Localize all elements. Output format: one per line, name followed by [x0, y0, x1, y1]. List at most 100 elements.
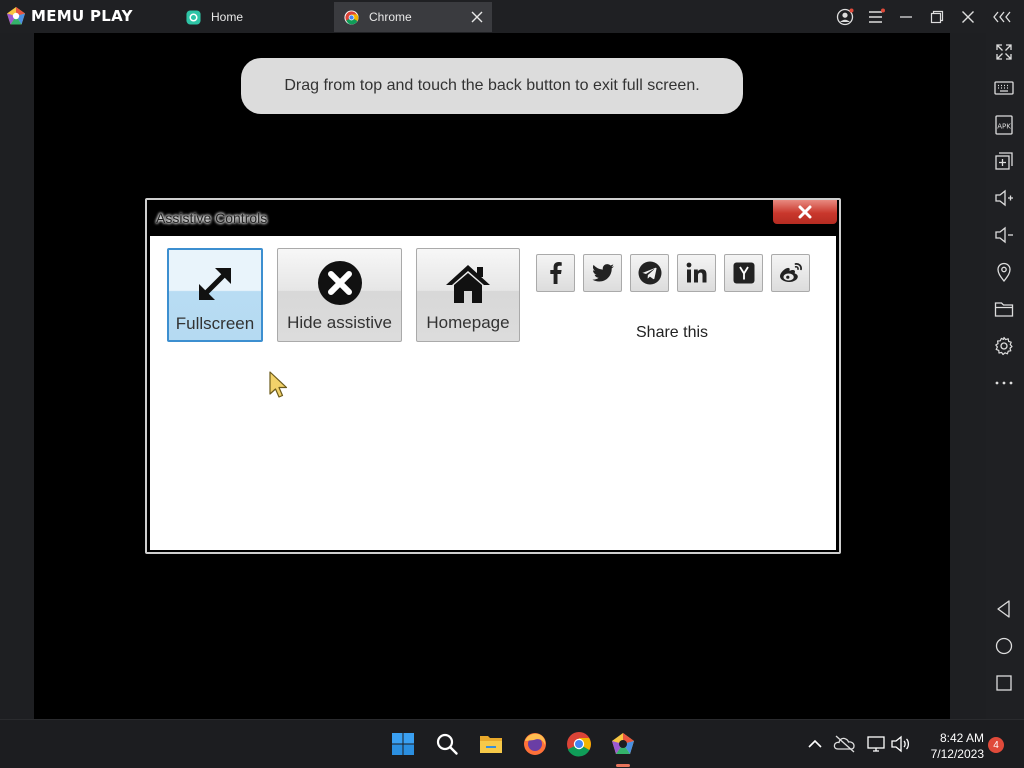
- fullscreen-arrows-icon: [199, 268, 231, 300]
- homepage-label: Homepage: [426, 313, 510, 332]
- emulator-sidebar: APK: [986, 33, 1024, 719]
- telegram-icon: [638, 261, 661, 285]
- hacker-news-icon: [733, 262, 754, 284]
- tab-home[interactable]: Home: [180, 2, 330, 32]
- volume-down-icon: [995, 226, 1013, 244]
- memu-logo: MEMU PLAY: [6, 6, 133, 26]
- tab-chrome-label: Chrome: [369, 10, 412, 24]
- close-window-button[interactable]: [957, 6, 979, 28]
- onedrive-icon: [833, 735, 855, 753]
- sidebar-keyboard-button[interactable]: [993, 77, 1015, 99]
- tab-home-label: Home: [211, 10, 244, 24]
- tab-close-icon[interactable]: [470, 10, 484, 24]
- minimize-icon: [900, 16, 912, 18]
- tray-network[interactable]: [864, 731, 890, 757]
- dialog-body: Fullscreen Hide assistive Homepage Share…: [150, 236, 836, 550]
- active-app-indicator: [616, 764, 630, 767]
- sidebar-folder-button[interactable]: [993, 298, 1015, 320]
- share-telegram-button[interactable]: [630, 254, 669, 292]
- settings-icon: [995, 336, 1013, 356]
- close-icon: [798, 205, 812, 219]
- homepage-button[interactable]: Homepage: [416, 248, 520, 342]
- hide-assistive-label: Hide assistive: [287, 313, 392, 332]
- linkedin-icon: [686, 262, 706, 283]
- title-bar: MEMU PLAY Home Chrome: [0, 0, 1024, 33]
- close-icon: [962, 11, 974, 23]
- hide-assistive-button[interactable]: Hide assistive: [277, 248, 402, 342]
- windows-start-icon: [392, 733, 414, 755]
- share-linkedin-button[interactable]: [677, 254, 716, 292]
- share-this-label: Share this: [636, 324, 709, 341]
- start-button[interactable]: [390, 731, 416, 757]
- clock-time: 8:42 AM: [939, 731, 984, 745]
- taskbar-memu[interactable]: [610, 731, 636, 757]
- emulator-screen[interactable]: Drag from top and touch the back button …: [34, 33, 950, 719]
- minimize-button[interactable]: [895, 6, 917, 28]
- twitter-icon: [592, 264, 614, 282]
- restore-button[interactable]: [926, 6, 948, 28]
- taskbar-file-explorer[interactable]: [478, 731, 504, 757]
- weibo-icon: [779, 262, 802, 282]
- sidebar-recents-button[interactable]: [993, 672, 1015, 694]
- sidebar-apk-button[interactable]: APK: [993, 114, 1015, 136]
- sidebar-more-button[interactable]: [993, 372, 1015, 394]
- memu-window: MEMU PLAY Home Chrome Drag from top and …: [0, 0, 1024, 768]
- share-twitter-button[interactable]: [583, 254, 622, 292]
- sidebar-volume-down-button[interactable]: [993, 224, 1015, 246]
- tray-onedrive[interactable]: [832, 731, 858, 757]
- sidebar-volume-up-button[interactable]: [993, 187, 1015, 209]
- share-hacker-news-button[interactable]: [724, 254, 763, 292]
- recents-icon: [996, 675, 1012, 691]
- collapse-sidebar-button[interactable]: [992, 6, 1014, 28]
- taskbar-chrome[interactable]: [566, 731, 592, 757]
- taskbar-search-button[interactable]: [434, 731, 460, 757]
- folder-icon: [994, 302, 1014, 317]
- fullscreen-icon: [996, 44, 1012, 60]
- svg-text:APK: APK: [997, 123, 1011, 131]
- search-icon: [436, 733, 458, 755]
- clock-date: 7/12/2023: [930, 747, 984, 761]
- app-name: MEMU PLAY: [31, 7, 133, 25]
- sidebar-location-button[interactable]: [993, 261, 1015, 283]
- file-explorer-icon: [480, 736, 502, 753]
- sidebar-back-button[interactable]: [993, 598, 1015, 620]
- tray-volume[interactable]: [888, 731, 914, 757]
- keyboard-icon: [994, 81, 1014, 95]
- apk-icon: APK: [995, 115, 1013, 135]
- add-app-icon: [995, 152, 1013, 170]
- memu-icon: [612, 733, 634, 754]
- tab-chrome[interactable]: Chrome: [334, 2, 492, 32]
- account-icon: [836, 8, 854, 26]
- assistive-controls-dialog: Assistive Controls Fullscreen Hide assis…: [145, 198, 841, 554]
- share-buttons: [536, 254, 810, 292]
- firefox-icon: [524, 733, 546, 755]
- taskbar-clock[interactable]: 8:42 AM 7/12/2023: [918, 730, 984, 762]
- menu-icon: [869, 8, 885, 23]
- house-icon: [446, 265, 490, 303]
- fullscreen-button[interactable]: Fullscreen: [167, 248, 263, 342]
- home-icon: [995, 637, 1013, 655]
- chrome-icon: [344, 9, 359, 25]
- sidebar-settings-button[interactable]: [993, 335, 1015, 357]
- windows-taskbar: 8:42 AM 7/12/2023 4: [0, 719, 1024, 768]
- location-icon: [997, 262, 1011, 283]
- tray-overflow-button[interactable]: [802, 731, 828, 757]
- share-weibo-button[interactable]: [771, 254, 810, 292]
- restore-icon: [930, 10, 944, 24]
- share-facebook-button[interactable]: [536, 254, 575, 292]
- mouse-cursor-icon: [269, 371, 288, 398]
- collapse-sidebar-icon: [993, 11, 1011, 23]
- chevron-up-icon: [808, 739, 822, 748]
- back-icon: [997, 600, 1010, 618]
- account-button[interactable]: [834, 6, 856, 28]
- volume-icon: [891, 735, 910, 753]
- taskbar-firefox[interactable]: [522, 731, 548, 757]
- facebook-icon: [549, 262, 562, 284]
- fullscreen-toast: Drag from top and touch the back button …: [241, 58, 743, 114]
- notification-badge[interactable]: 4: [988, 737, 1004, 753]
- sidebar-add-app-button[interactable]: [993, 150, 1015, 172]
- sidebar-fullscreen-button[interactable]: [993, 41, 1015, 63]
- sidebar-home-button[interactable]: [993, 635, 1015, 657]
- menu-button[interactable]: [865, 6, 887, 28]
- dialog-close-button[interactable]: [773, 200, 837, 224]
